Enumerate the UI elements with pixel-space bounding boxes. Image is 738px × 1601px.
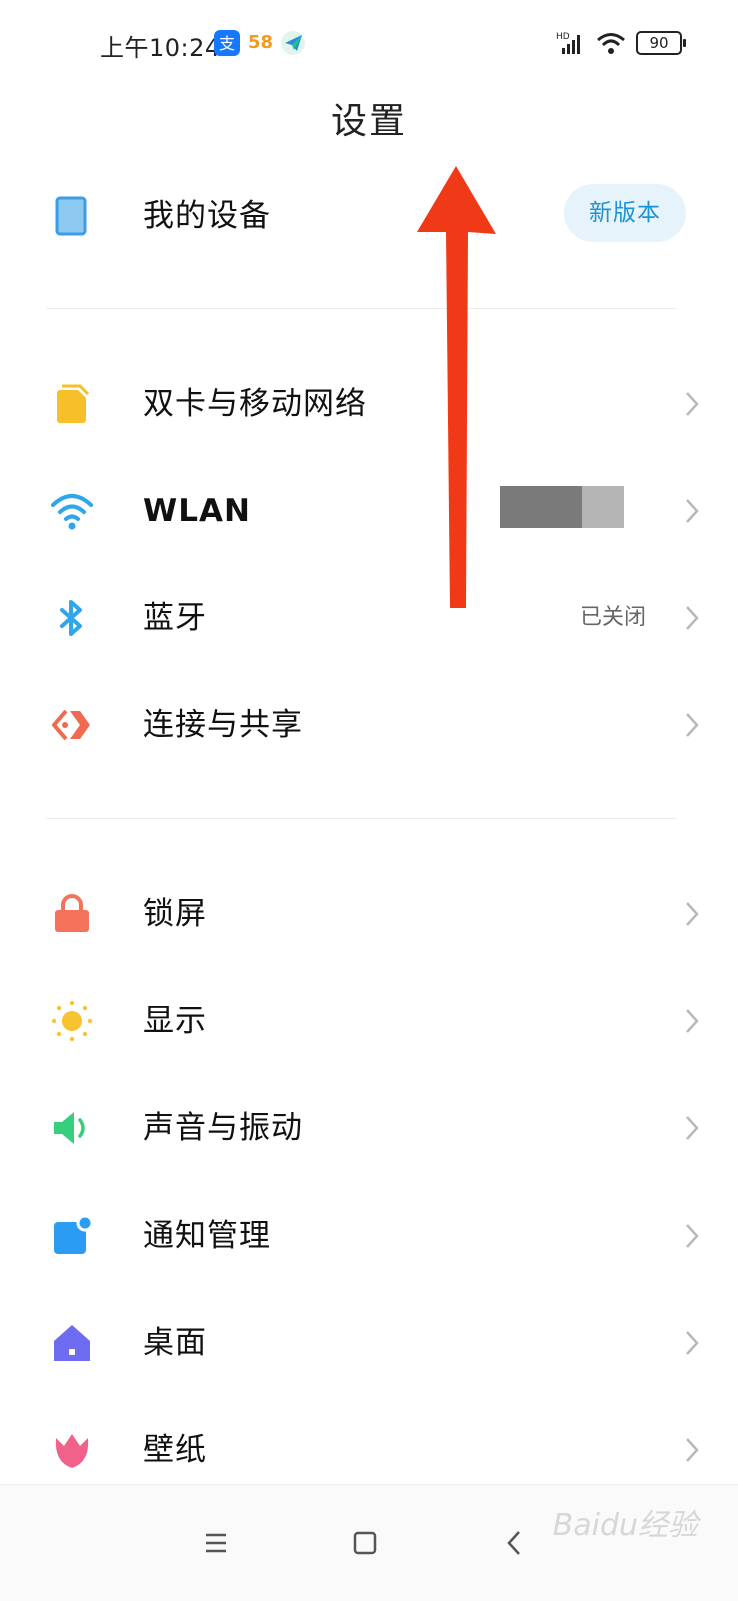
lock-icon [55, 894, 89, 932]
sidebar-item-lockscreen[interactable]: 锁屏 [0, 866, 738, 962]
sidebar-item-display[interactable]: 显示 [0, 973, 738, 1069]
chevron-right-icon [686, 1116, 699, 1140]
home-icon [54, 1325, 90, 1361]
tulip-icon [55, 1434, 89, 1468]
chevron-right-icon [686, 1438, 699, 1462]
sidebar-item-desktop[interactable]: 桌面 [0, 1295, 738, 1391]
scroll-up-arrow-annotation [417, 166, 496, 608]
section-divider [46, 818, 676, 819]
lockscreen-label: 锁屏 [143, 896, 207, 932]
sidebar-item-sound[interactable]: 声音与振动 [0, 1080, 738, 1176]
chevron-right-icon [686, 1224, 699, 1248]
display-label: 显示 [143, 1003, 207, 1039]
menu-icon[interactable] [196, 1523, 236, 1563]
desktop-label: 桌面 [143, 1325, 207, 1361]
sound-label: 声音与振动 [143, 1110, 303, 1146]
sun-icon [51, 1000, 93, 1042]
share-connection-icon [52, 709, 90, 741]
home-button-icon[interactable] [345, 1523, 385, 1563]
sidebar-item-notifications[interactable]: 通知管理 [0, 1188, 738, 1284]
notifications-label: 通知管理 [143, 1218, 271, 1254]
chevron-right-icon [686, 1331, 699, 1355]
chevron-right-icon [686, 1009, 699, 1033]
watermark: Baidu经验 [552, 1508, 698, 1543]
back-icon[interactable] [495, 1523, 535, 1563]
chevron-right-icon [686, 902, 699, 926]
chevron-right-icon [686, 713, 699, 737]
speaker-icon [54, 1112, 85, 1144]
notification-icon [54, 1214, 94, 1254]
